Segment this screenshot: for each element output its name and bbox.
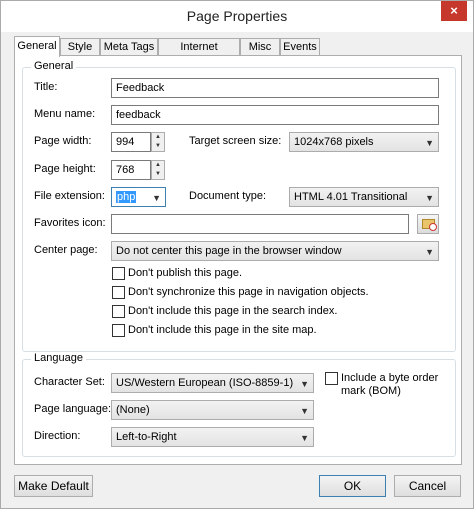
center-page-label: Center page: xyxy=(34,244,98,256)
dont-index-checkbox[interactable] xyxy=(112,305,125,318)
chevron-down-icon: ▼ xyxy=(425,193,434,203)
title-label: Title: xyxy=(34,81,58,93)
general-tab-panel: General Title: Feedback Menu name: feedb… xyxy=(14,55,462,465)
byte-order-mark-label-1: Include a byte order xyxy=(341,372,439,384)
file-extension-value: php xyxy=(116,191,137,203)
page-properties-dialog: Page Properties × General Style Meta Tag… xyxy=(0,0,474,509)
spin-up-icon: ▲ xyxy=(155,134,161,140)
spin-down-icon: ▼ xyxy=(155,143,161,149)
dont-sync-label: Don't synchronize this page in navigatio… xyxy=(128,286,369,298)
page-width-label: Page width: xyxy=(34,135,92,147)
close-icon: × xyxy=(450,3,458,18)
browse-button[interactable] xyxy=(417,214,439,234)
target-screen-select[interactable]: 1024x768 pixels ▼ xyxy=(289,132,439,152)
dont-sitemap-checkbox[interactable] xyxy=(112,324,125,337)
document-type-label: Document type: xyxy=(189,190,267,202)
chevron-down-icon: ▼ xyxy=(300,406,309,416)
center-page-select[interactable]: Do not center this page in the browser w… xyxy=(111,241,439,261)
byte-order-mark-checkbox[interactable] xyxy=(325,372,338,385)
chevron-down-icon: ▼ xyxy=(425,138,434,148)
ok-button[interactable]: OK xyxy=(319,475,386,497)
favorites-icon-label: Favorites icon: xyxy=(34,217,106,229)
document-type-value: HTML 4.01 Transitional xyxy=(294,191,408,203)
folder-icon xyxy=(422,219,437,231)
file-extension-label: File extension: xyxy=(34,190,105,202)
title-input[interactable]: Feedback xyxy=(111,78,439,98)
page-language-value: (None) xyxy=(116,404,150,416)
window-title: Page Properties xyxy=(186,8,288,24)
tab-events[interactable]: Events xyxy=(280,38,320,56)
general-group-label: General xyxy=(31,60,77,72)
document-type-select[interactable]: HTML 4.01 Transitional ▼ xyxy=(289,187,439,207)
close-button[interactable]: × xyxy=(441,1,467,21)
center-page-value: Do not center this page in the browser w… xyxy=(116,245,342,257)
page-width-input[interactable]: 994 xyxy=(111,132,151,152)
dont-index-label: Don't include this page in the search in… xyxy=(128,305,338,317)
chevron-down-icon: ▼ xyxy=(152,193,161,203)
character-set-select[interactable]: US/Western European (ISO-8859-1) ▼ xyxy=(111,373,314,393)
language-group-label: Language xyxy=(31,352,86,364)
direction-select[interactable]: Left-to-Right ▼ xyxy=(111,427,314,447)
favorites-icon-input[interactable] xyxy=(111,214,409,234)
character-set-value: US/Western European (ISO-8859-1) xyxy=(116,377,294,389)
make-default-button[interactable]: Make Default xyxy=(14,475,93,497)
page-width-stepper[interactable]: ▲ ▼ xyxy=(151,132,165,152)
spin-up-icon: ▲ xyxy=(155,162,161,168)
direction-value: Left-to-Right xyxy=(116,431,177,443)
character-set-label: Character Set: xyxy=(34,376,105,388)
cancel-button[interactable]: Cancel xyxy=(394,475,461,497)
chevron-down-icon: ▼ xyxy=(425,247,434,257)
tab-misc[interactable]: Misc xyxy=(240,38,280,56)
spin-down-icon: ▼ xyxy=(155,171,161,177)
target-screen-label: Target screen size: xyxy=(189,135,282,147)
dont-publish-label: Don't publish this page. xyxy=(128,267,243,279)
menu-name-input[interactable]: feedback xyxy=(111,105,439,125)
page-height-stepper[interactable]: ▲ ▼ xyxy=(151,160,165,180)
dont-sync-checkbox[interactable] xyxy=(112,286,125,299)
tab-style[interactable]: Style xyxy=(60,38,100,56)
tab-meta-tags[interactable]: Meta Tags xyxy=(100,38,158,56)
page-height-label: Page height: xyxy=(34,163,96,175)
target-screen-value: 1024x768 pixels xyxy=(294,136,374,148)
dont-publish-checkbox[interactable] xyxy=(112,267,125,280)
tab-internet-explorer[interactable]: Internet Explorer xyxy=(158,38,240,69)
chevron-down-icon: ▼ xyxy=(300,379,309,389)
byte-order-mark-label-2: mark (BOM) xyxy=(341,385,401,397)
direction-label: Direction: xyxy=(34,430,81,442)
dont-sitemap-label: Don't include this page in the site map. xyxy=(128,324,317,336)
menu-name-label: Menu name: xyxy=(34,108,96,120)
chevron-down-icon: ▼ xyxy=(300,433,309,443)
page-language-label: Page language: xyxy=(34,403,112,415)
tab-general[interactable]: General xyxy=(14,36,60,57)
title-bar: Page Properties × xyxy=(1,1,473,32)
page-height-input[interactable]: 768 xyxy=(111,160,151,180)
page-language-select[interactable]: (None) ▼ xyxy=(111,400,314,420)
file-extension-select[interactable]: php ▼ xyxy=(111,187,166,207)
